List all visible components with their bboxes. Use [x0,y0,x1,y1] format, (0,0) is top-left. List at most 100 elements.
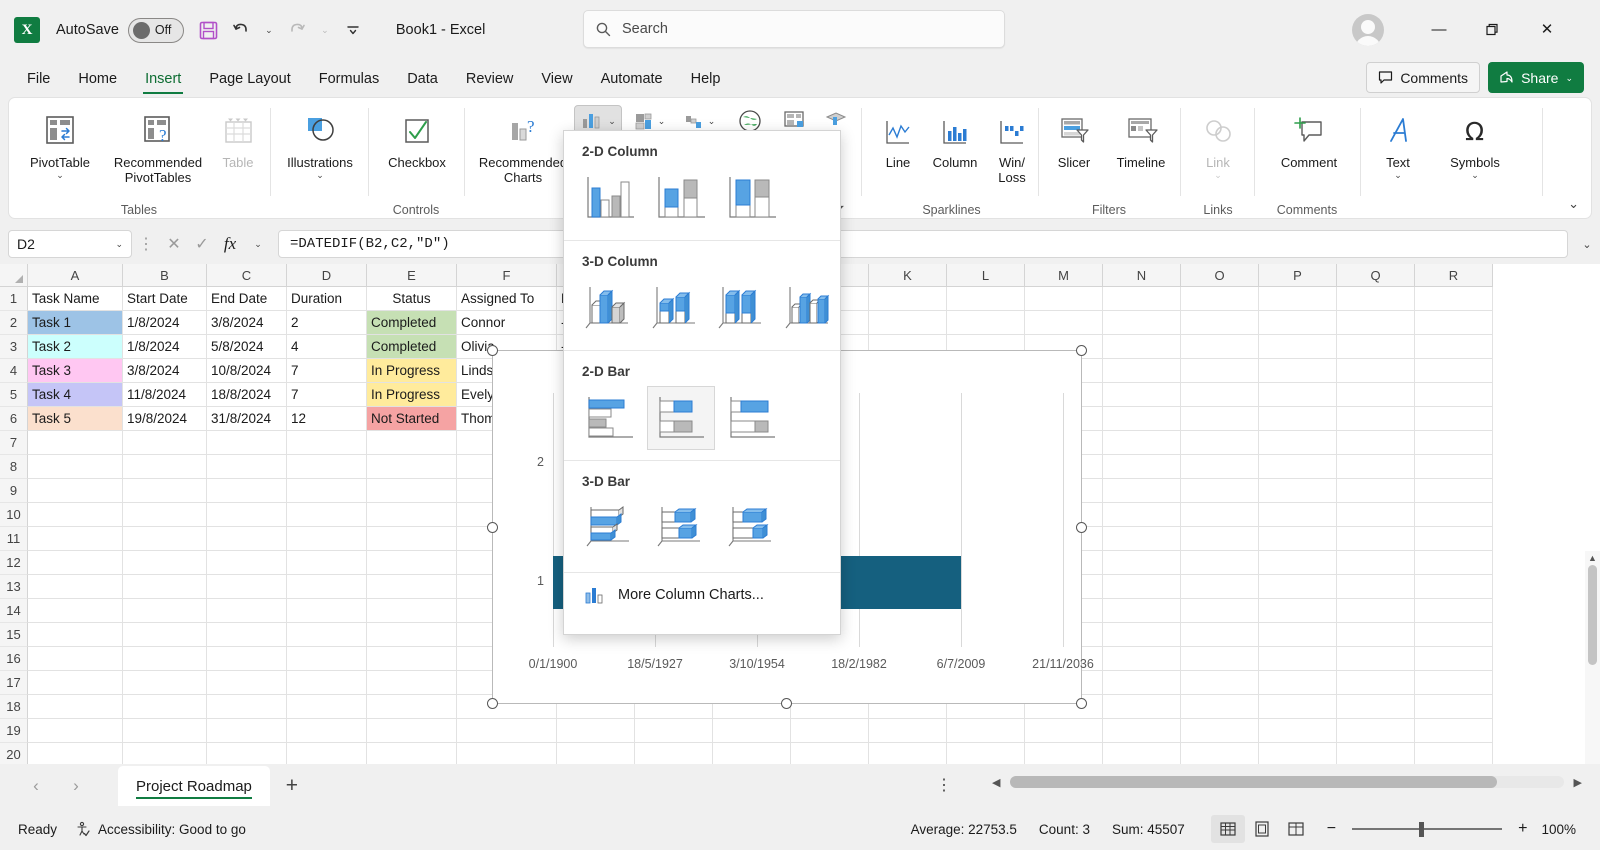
cell-N5[interactable] [1103,383,1181,407]
pivottable-dropdown-icon[interactable]: ⌄ [56,170,64,180]
column-header-L[interactable]: L [947,264,1025,287]
sparkline-winloss-button[interactable]: Win/Loss [986,105,1038,185]
chart-option-100-stacked-column[interactable] [718,166,786,230]
sheet-options-icon[interactable]: ⋮ [936,775,952,795]
column-header-C[interactable]: C [207,264,287,287]
cell-B4[interactable]: 3/8/2024 [123,359,207,383]
chart-resize-handle-mr[interactable] [1076,522,1087,533]
slicer-button[interactable]: Slicer [1043,105,1105,170]
column-header-F[interactable]: F [457,264,557,287]
cell-A5[interactable]: Task 4 [28,383,123,407]
minimize-button[interactable]: — [1416,10,1462,48]
vertical-scroll-thumb[interactable] [1588,565,1597,665]
cell-C2[interactable]: 3/8/2024 [207,311,287,335]
accessibility-status[interactable]: Accessibility: Good to go [75,821,246,837]
chart-option-clustered-bar[interactable] [576,386,644,450]
cell-A1[interactable]: Task Name [28,287,123,311]
cell-N4[interactable] [1103,359,1181,383]
row-header-12[interactable]: 12 [0,551,28,575]
illustrations-dropdown-icon[interactable]: ⌄ [316,170,324,180]
cell-P5[interactable] [1259,383,1337,407]
row-header-4[interactable]: 4 [0,359,28,383]
symbols-button[interactable]: Ω Symbols ⌄ [1433,105,1517,180]
cell-E5[interactable]: In Progress [367,383,457,407]
chart-option-3d-stacked-bar[interactable] [647,496,715,560]
redo-dropdown-icon[interactable]: ⌄ [312,13,338,47]
chevron-left-icon[interactable]: ‹ [16,766,56,806]
row-header-5[interactable]: 5 [0,383,28,407]
tab-home[interactable]: Home [65,63,130,95]
recommended-charts-button[interactable]: ? Recommended Charts [470,105,576,185]
chart-resize-handle-br[interactable] [1076,698,1087,709]
row-header-7[interactable]: 7 [0,431,28,455]
cell-C3[interactable]: 5/8/2024 [207,335,287,359]
row-header-19[interactable]: 19 [0,719,28,743]
cell-D1[interactable]: Duration [287,287,367,311]
cell-C4[interactable]: 10/8/2024 [207,359,287,383]
chart-resize-handle-ml[interactable] [487,522,498,533]
cell-R2[interactable] [1415,311,1493,335]
row-header-1[interactable]: 1 [0,287,28,311]
vertical-scrollbar[interactable]: ▲ ▼ [1585,551,1600,764]
cell-K1[interactable] [869,287,947,311]
sparkline-line-button[interactable]: Line [871,105,925,170]
cell-E2[interactable]: Completed [367,311,457,335]
row-header-2[interactable]: 2 [0,311,28,335]
cell-O4[interactable] [1181,359,1259,383]
share-button[interactable]: Share ⌄ [1488,62,1584,93]
cell-C1[interactable]: End Date [207,287,287,311]
chart-resize-handle-tr[interactable] [1076,345,1087,356]
chart-option-3d-stacked-column[interactable] [643,276,707,340]
undo-dropdown-icon[interactable]: ⌄ [256,13,282,47]
row-header-6[interactable]: 6 [0,407,28,431]
cell-D6[interactable]: 12 [287,407,367,431]
cell-O1[interactable] [1181,287,1259,311]
tab-file[interactable]: File [14,63,63,95]
chevron-right-icon[interactable]: › [56,766,96,806]
column-header-A[interactable]: A [28,264,123,287]
cell-B5[interactable]: 11/8/2024 [123,383,207,407]
comments-button[interactable]: Comments [1366,62,1480,93]
normal-view-icon[interactable] [1210,815,1245,843]
share-dropdown-icon[interactable]: ⌄ [1565,73,1573,83]
cell-Q4[interactable] [1337,359,1415,383]
chart-option-3d-clustered-bar[interactable] [576,496,644,560]
redo-icon[interactable] [284,13,310,47]
cell-O5[interactable] [1181,383,1259,407]
maximize-button[interactable] [1468,10,1514,48]
row-header-11[interactable]: 11 [0,527,28,551]
row-header-15[interactable]: 15 [0,623,28,647]
cell-R4[interactable] [1415,359,1493,383]
hscroll-track[interactable] [1010,776,1564,788]
cell-R1[interactable] [1415,287,1493,311]
formula-input[interactable]: =DATEDIF(B2,C2,"D") [278,230,1568,258]
cell-P3[interactable] [1259,335,1337,359]
cell-O2[interactable] [1181,311,1259,335]
checkbox-button[interactable]: Checkbox [374,105,460,170]
zoom-slider[interactable] [1352,821,1503,837]
column-header-O[interactable]: O [1181,264,1259,287]
tab-view[interactable]: View [528,63,585,95]
tab-insert[interactable]: Insert [132,63,194,95]
row-header-10[interactable]: 10 [0,503,28,527]
cell-N3[interactable] [1103,335,1181,359]
illustrations-button[interactable]: Illustrations ⌄ [274,105,366,180]
cell-R5[interactable] [1415,383,1493,407]
timeline-button[interactable]: Timeline [1105,105,1177,170]
cell-B2[interactable]: 1/8/2024 [123,311,207,335]
cell-A4[interactable]: Task 3 [28,359,123,383]
customize-quick-access-icon[interactable] [340,13,366,47]
text-dropdown-icon[interactable]: ⌄ [1394,170,1402,180]
column-header-D[interactable]: D [287,264,367,287]
pivottable-button[interactable]: PivotTable ⌄ [17,105,103,180]
page-break-preview-icon[interactable] [1279,815,1313,843]
chart-resize-handle-bc[interactable] [781,698,792,709]
cell-E4[interactable]: In Progress [367,359,457,383]
cell-P6[interactable] [1259,407,1337,431]
cell-F1[interactable]: Assigned To [457,287,557,311]
name-box-dropdown-icon[interactable]: ⌄ [115,239,123,249]
status-sum[interactable]: Sum: 45507 [1112,822,1185,837]
cell-R3[interactable] [1415,335,1493,359]
sparkline-column-button[interactable]: Column [925,105,985,170]
horizontal-scroll-thumb[interactable] [1010,776,1498,788]
